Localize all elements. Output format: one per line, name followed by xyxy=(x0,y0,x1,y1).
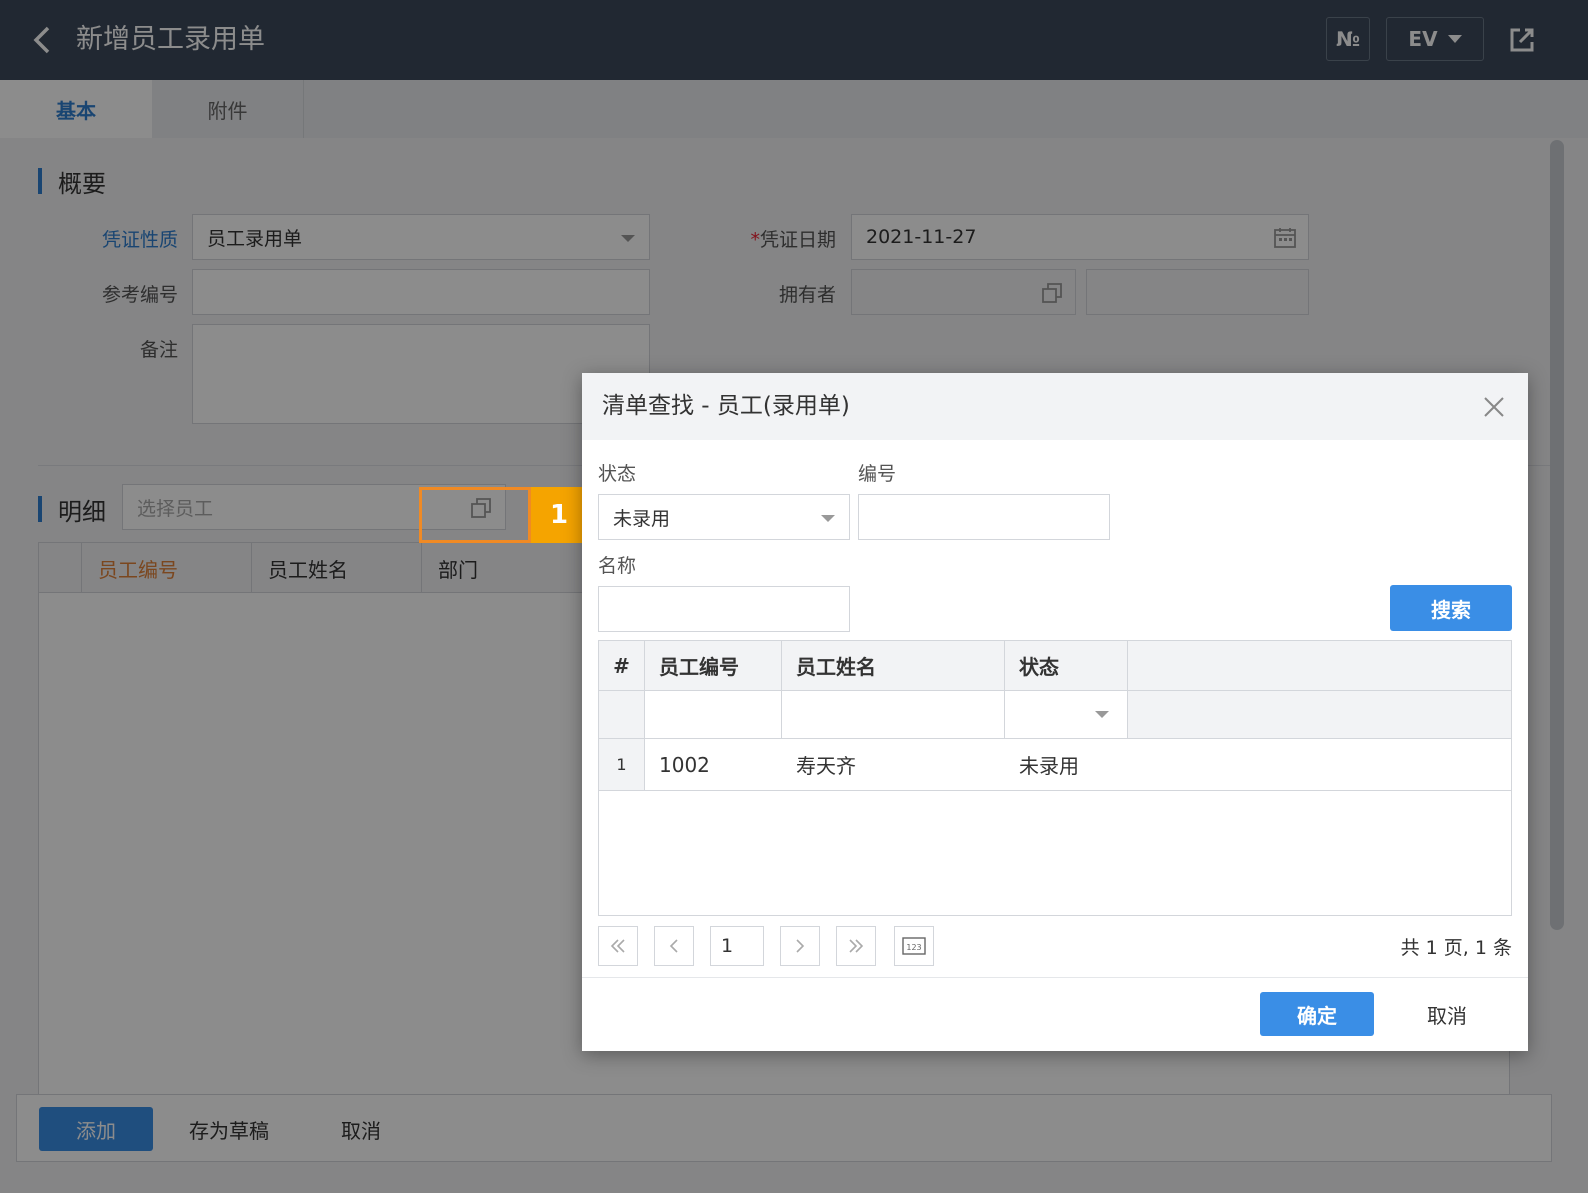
page-number-input[interactable]: 1 xyxy=(710,926,764,966)
filter-cell-index xyxy=(599,691,645,738)
last-page-button[interactable] xyxy=(836,926,876,966)
row-index: 1 xyxy=(599,739,645,790)
lookup-dialog: 清单查找 - 员工(录用单) 状态 未录用 编号 名称 搜索 # 员工编号 员工… xyxy=(582,373,1528,1051)
result-grid-header: # 员工编号 员工姓名 状态 xyxy=(599,641,1511,691)
prev-page-button[interactable] xyxy=(654,926,694,966)
step-badge: 1 xyxy=(531,487,587,543)
number-input-icon: 123 xyxy=(902,937,926,955)
name-filter-input[interactable] xyxy=(598,586,850,632)
chevron-left-icon xyxy=(669,939,678,953)
close-icon[interactable] xyxy=(1482,395,1506,419)
code-filter-label: 编号 xyxy=(858,463,897,485)
code-filter-input[interactable] xyxy=(858,494,1110,540)
first-page-button[interactable] xyxy=(598,926,638,966)
search-button[interactable]: 搜索 xyxy=(1390,585,1512,631)
column-header-status[interactable]: 状态 xyxy=(1005,641,1128,690)
pagination: 1 123 共 1 页, 1 条 xyxy=(598,926,1512,968)
double-chevron-right-icon xyxy=(849,939,864,953)
dialog-cancel-button[interactable]: 取消 xyxy=(1402,992,1492,1036)
caret-down-icon xyxy=(1095,711,1109,718)
column-header-employee-name[interactable]: 员工姓名 xyxy=(782,641,1005,690)
column-header-index: # xyxy=(599,641,645,690)
filter-cell-status[interactable] xyxy=(1005,691,1128,738)
dialog-header: 清单查找 - 员工(录用单) xyxy=(582,373,1528,440)
double-chevron-left-icon xyxy=(610,939,625,953)
status-filter-label: 状态 xyxy=(598,463,637,485)
chevron-right-icon xyxy=(796,939,805,953)
filter-cell-employee-code[interactable] xyxy=(645,691,782,738)
next-page-button[interactable] xyxy=(780,926,820,966)
svg-text:123: 123 xyxy=(906,943,921,952)
name-filter-label: 名称 xyxy=(598,555,637,577)
result-grid: # 员工编号 员工姓名 状态 1 1002 寿天齐 未录用 xyxy=(598,640,1512,916)
row-employee-name: 寿天齐 xyxy=(796,754,856,778)
table-row[interactable]: 1 1002 寿天齐 未录用 xyxy=(599,739,1511,791)
lookup-highlight-box xyxy=(419,487,531,543)
goto-page-button[interactable]: 123 xyxy=(894,926,934,966)
status-filter-value: 未录用 xyxy=(613,507,671,530)
filter-cell-employee-name[interactable] xyxy=(782,691,1005,738)
caret-down-icon xyxy=(821,515,835,522)
status-filter-select[interactable]: 未录用 xyxy=(598,494,850,540)
row-status: 未录用 xyxy=(1019,754,1079,778)
confirm-button[interactable]: 确定 xyxy=(1260,992,1374,1036)
result-grid-filter-row xyxy=(599,691,1511,739)
dialog-title: 清单查找 - 员工(录用单) xyxy=(602,393,850,419)
column-header-employee-code[interactable]: 员工编号 xyxy=(645,641,782,690)
dialog-divider xyxy=(582,977,1528,978)
page-total-text: 共 1 页, 1 条 xyxy=(1400,936,1512,959)
row-employee-code: 1002 xyxy=(659,752,710,777)
